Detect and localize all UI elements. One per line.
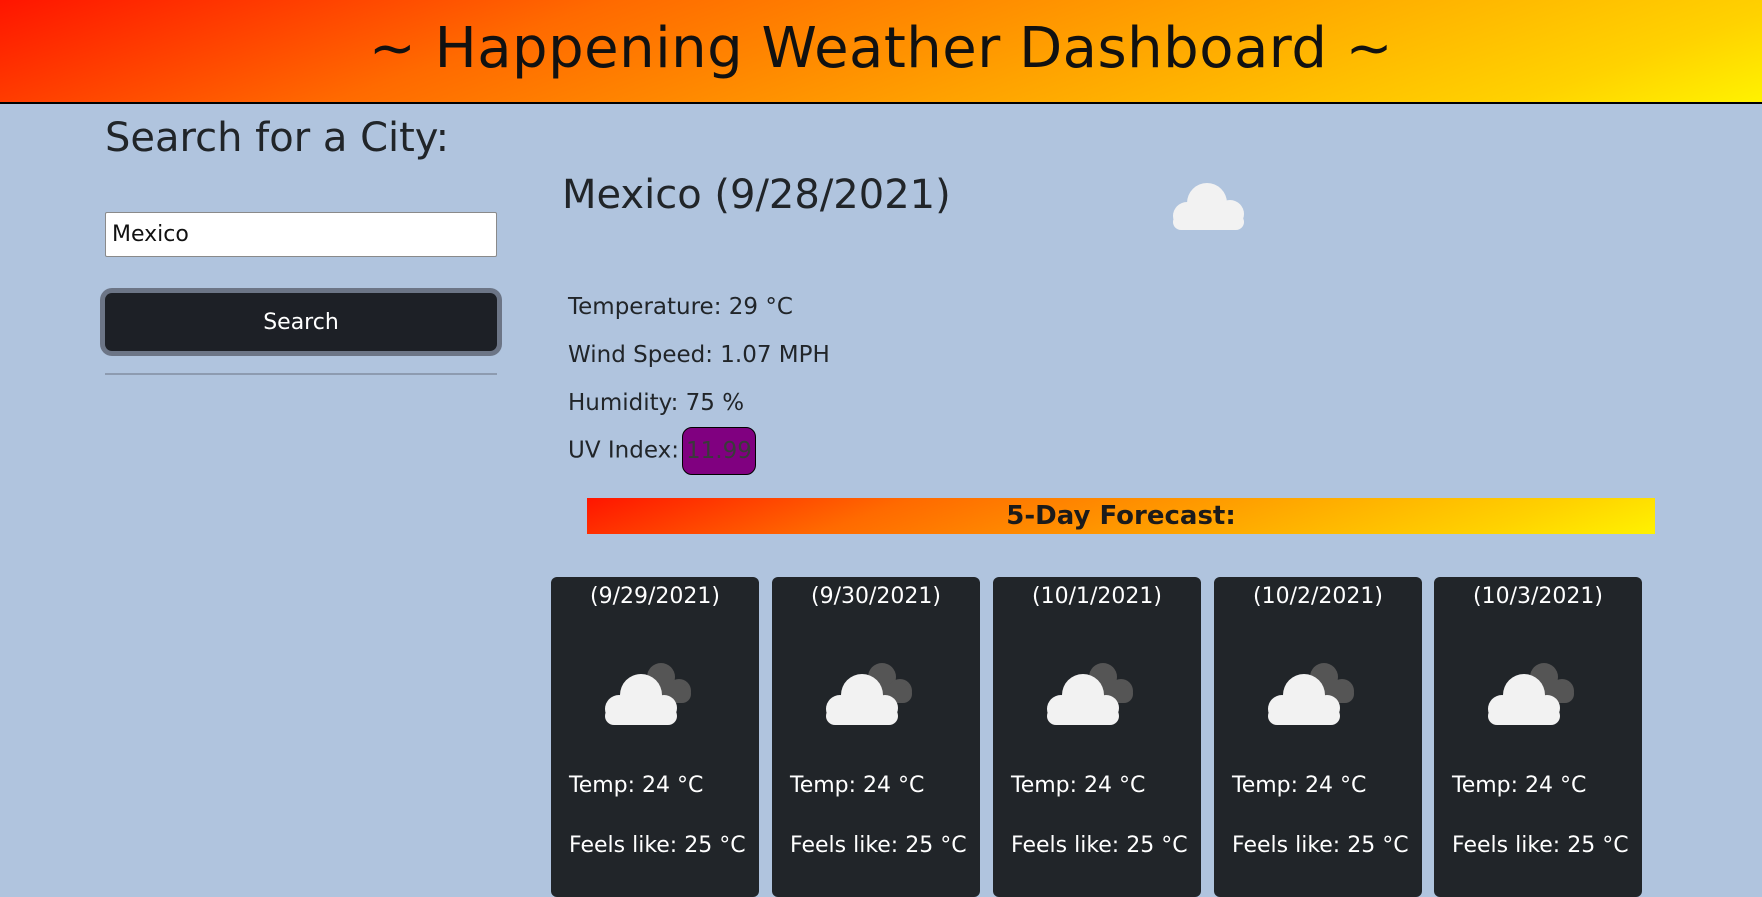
uv-index-label: UV Index: [568,437,679,464]
search-heading: Search for a City: [105,115,450,161]
broken-clouds-icon [826,663,912,725]
forecast-card: (9/30/2021) Temp: 24 °C Feels like: 25 °… [772,577,980,897]
forecast-card: (9/29/2021) Temp: 24 °C Feels like: 25 °… [551,577,759,897]
forecast-date: (9/29/2021) [590,584,720,609]
forecast-temp: Temp: 24 °C [569,773,704,798]
cloud-icon [1173,183,1244,230]
current-temperature: Temperature: 29 °C [568,294,793,320]
broken-clouds-icon [1268,663,1354,725]
forecast-feels-like: Feels like: 25 °C [790,833,967,858]
forecast-card: (10/2/2021) Temp: 24 °C Feels like: 25 °… [1214,577,1422,897]
forecast-temp: Temp: 24 °C [1452,773,1587,798]
forecast-card: (10/1/2021) Temp: 24 °C Feels like: 25 °… [993,577,1201,897]
forecast-feels-like: Feels like: 25 °C [569,833,746,858]
page-header: ~ Happening Weather Dashboard ~ [0,0,1762,104]
forecast-feels-like: Feels like: 25 °C [1232,833,1409,858]
forecast-feels-like: Feels like: 25 °C [1011,833,1188,858]
forecast-temp: Temp: 24 °C [1011,773,1146,798]
forecast-temp: Temp: 24 °C [1232,773,1367,798]
current-uv-row: UV Index: 11.99 [568,427,756,475]
forecast-heading: 5-Day Forecast: [1006,501,1236,531]
forecast-date: (9/30/2021) [811,584,941,609]
search-history-divider [105,373,497,375]
forecast-heading-banner: 5-Day Forecast: [587,498,1655,534]
uv-index-badge: 11.99 [681,427,756,475]
forecast-date: (10/2/2021) [1253,584,1383,609]
broken-clouds-icon [1488,663,1574,725]
current-wind-speed: Wind Speed: 1.07 MPH [568,342,830,368]
forecast-feels-like: Feels like: 25 °C [1452,833,1629,858]
current-humidity: Humidity: 75 % [568,390,745,416]
search-input[interactable] [105,212,497,257]
page-title: ~ Happening Weather Dashboard ~ [368,15,1394,81]
current-city-title: Mexico (9/28/2021) [562,172,951,218]
forecast-temp: Temp: 24 °C [790,773,925,798]
broken-clouds-icon [1047,663,1133,725]
forecast-date: (10/3/2021) [1473,584,1603,609]
forecast-card: (10/3/2021) Temp: 24 °C Feels like: 25 °… [1434,577,1642,897]
broken-clouds-icon [605,663,691,725]
forecast-date: (10/1/2021) [1032,584,1162,609]
search-button[interactable]: Search [105,293,497,351]
